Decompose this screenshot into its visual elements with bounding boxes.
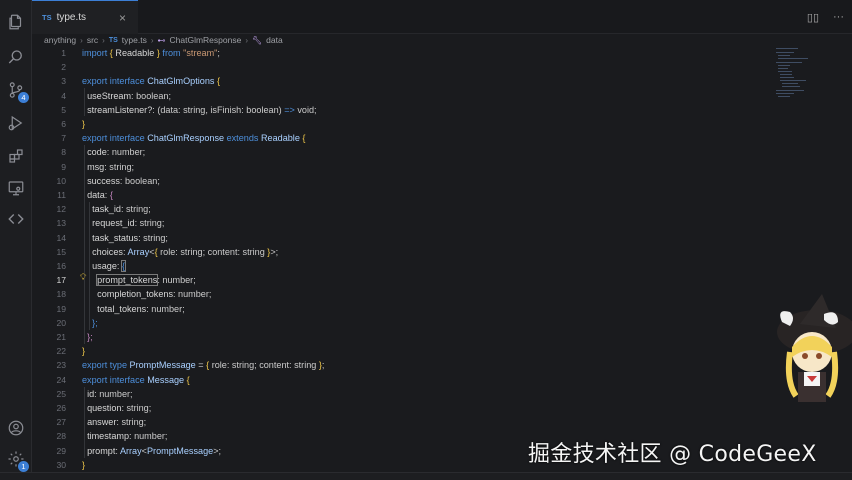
line-number: 25 [56, 388, 66, 399]
code-line: 23 export type PromptMessage = { role: s… [32, 358, 772, 372]
code-line: 4 useStream: boolean; [32, 89, 772, 103]
extensions-icon[interactable] [6, 146, 26, 166]
tab-label: type.ts [56, 12, 87, 23]
code-line: 24 export interface Message { [32, 373, 772, 387]
typescript-file-icon: TS [42, 13, 52, 22]
chevron-right-icon: › [245, 35, 248, 45]
minimap[interactable] [776, 46, 816, 106]
editor-actions: ▯▯ ··· [807, 11, 844, 24]
breadcrumb-item-property[interactable]: data [266, 35, 283, 45]
line-number: 8 [61, 147, 66, 158]
tab-close-icon[interactable]: × [119, 11, 126, 25]
code-editor[interactable]: 1 import { Readable } from "stream"; 2 3… [32, 46, 772, 480]
line-number: 24 [56, 374, 66, 385]
code-line: 3 export interface ChatGlmOptions { [32, 74, 772, 88]
breadcrumb-item-src[interactable]: src [87, 35, 98, 45]
line-number: 7 [61, 133, 66, 144]
code-line: 19 total_tokens: number; [32, 302, 772, 316]
code-line: 8 code: number; [32, 145, 772, 159]
source-control-badge: 4 [18, 92, 29, 103]
breadcrumb: anything › src › TS type.ts › ⊷ ChatGlmR… [44, 33, 283, 47]
line-number: 4 [61, 90, 66, 101]
breadcrumb-item-file[interactable]: type.ts [122, 35, 147, 45]
line-number: 12 [56, 204, 66, 215]
line-number: 27 [56, 417, 66, 428]
code-line: 13 request_id: string; [32, 216, 772, 230]
watermark-text: 掘金技术社区 @ CodeGeeX [528, 442, 817, 467]
line-number: 21 [56, 332, 66, 342]
tab-bar: TS type.ts × ▯▯ ··· [32, 0, 852, 34]
activity-bar: 4 1 [0, 0, 32, 480]
line-number: 29 [56, 445, 66, 456]
code-line: 11 data: { [32, 188, 772, 202]
line-number: 2 [61, 62, 66, 73]
line-number: 19 [56, 303, 66, 314]
code-line: 20 }; [32, 316, 772, 330]
code-line: 5 streamListener?: (data: string, isFini… [32, 103, 772, 117]
code-line: 22 } [32, 344, 772, 358]
code-line: 21 }; [32, 330, 772, 344]
search-icon[interactable] [6, 47, 26, 67]
code-line: 6 } [32, 117, 772, 131]
interface-symbol-icon: ⊷ [157, 35, 166, 45]
run-debug-icon[interactable] [6, 113, 26, 133]
explorer-icon[interactable] [6, 12, 26, 32]
code-line: 12 task_id: string; [32, 202, 772, 216]
line-number: 9 [61, 161, 66, 172]
code-line: 14 task_status: string; [32, 231, 772, 245]
code-line: 10 success: boolean; [32, 174, 772, 188]
code-line: 15 choices: Array<{ role: string; conten… [32, 245, 772, 259]
tab-type-ts[interactable]: TS type.ts × [32, 0, 138, 34]
code-line: 9 msg: string; [32, 160, 772, 174]
line-number: 6 [61, 119, 66, 129]
code-line: 1 import { Readable } from "stream"; [32, 46, 772, 60]
line-number: 11 [57, 190, 66, 200]
line-number: 16 [56, 261, 66, 271]
settings-badge: 1 [18, 461, 29, 472]
property-symbol-icon: 🔧︎ [251, 35, 263, 45]
line-number: 10 [56, 175, 66, 186]
line-number: 5 [61, 104, 66, 115]
chevron-right-icon: › [102, 35, 105, 45]
line-number: 1 [61, 48, 66, 58]
status-bar [0, 472, 852, 480]
line-number: 22 [56, 346, 66, 357]
line-number: 20 [56, 317, 66, 328]
line-number: 26 [56, 403, 66, 413]
code-line: 16 usage: { [32, 259, 772, 273]
settings-gear-icon[interactable]: 1 [6, 449, 29, 472]
more-actions-icon[interactable]: ··· [833, 11, 844, 24]
source-control-icon[interactable]: 4 [6, 80, 29, 103]
code-line: 25 id: number; [32, 387, 772, 401]
chevron-right-icon: › [80, 35, 83, 45]
typescript-file-icon: TS [108, 36, 118, 44]
code-line: 7 export interface ChatGlmResponse exten… [32, 131, 772, 145]
mascot-character-icon [777, 294, 852, 402]
code-line: 17 💡︎ prompt_tokens: number; [32, 273, 772, 287]
line-number: 28 [56, 431, 66, 442]
line-number: 13 [56, 218, 66, 229]
split-editor-icon[interactable]: ▯▯ [807, 11, 819, 24]
remote-explorer-icon[interactable] [6, 178, 26, 198]
line-number: 23 [56, 360, 66, 371]
line-number: 14 [56, 232, 66, 243]
line-number: 3 [61, 76, 66, 87]
code-line: 27 answer: string; [32, 415, 772, 429]
breadcrumb-item-interface[interactable]: ChatGlmResponse [170, 35, 242, 45]
codegeex-icon[interactable] [6, 209, 26, 229]
chevron-right-icon: › [150, 35, 154, 45]
account-icon[interactable] [6, 418, 26, 438]
line-number: 15 [56, 246, 66, 257]
line-number: 30 [56, 459, 66, 470]
line-number: 17 [56, 275, 66, 286]
breadcrumb-item-anything[interactable]: anything [44, 35, 76, 45]
code-line: 26 question: string; [32, 401, 772, 415]
code-line: 2 [32, 60, 772, 74]
line-number: 18 [56, 289, 66, 300]
code-line: 18 completion_tokens: number; [32, 287, 772, 301]
